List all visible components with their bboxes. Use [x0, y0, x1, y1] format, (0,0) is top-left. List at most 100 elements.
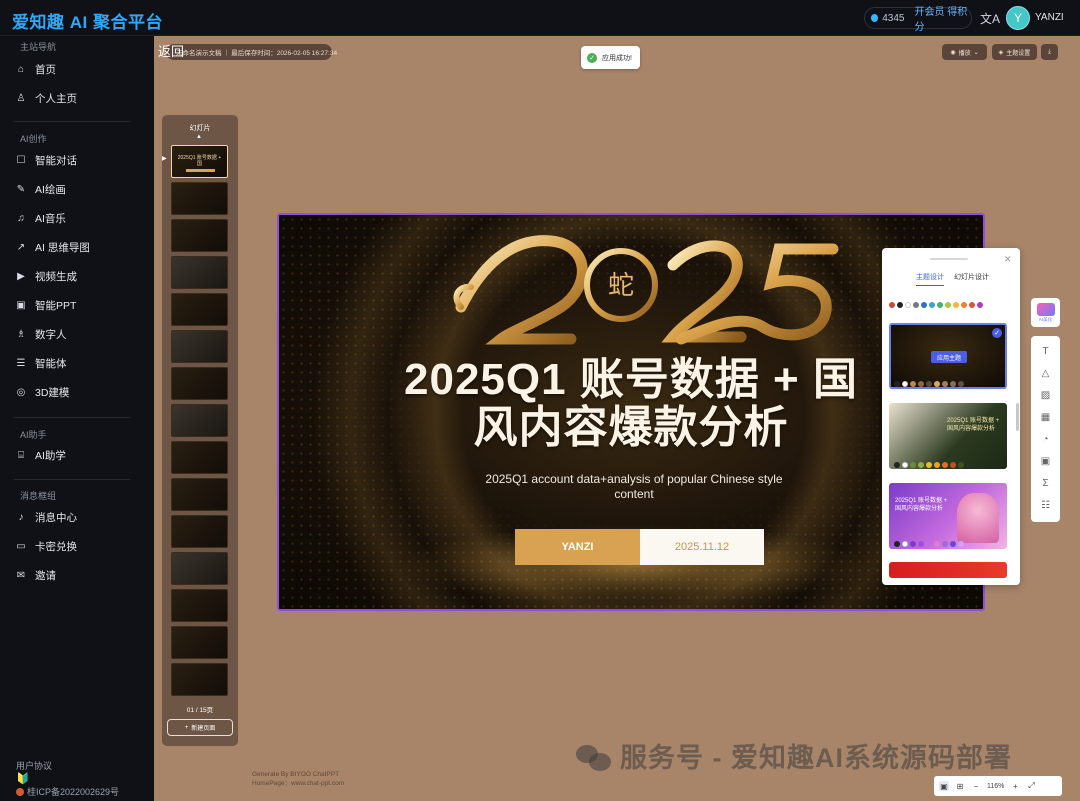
zoom-in-button[interactable]: + — [1010, 781, 1020, 791]
slide-thumbnail[interactable] — [171, 626, 228, 659]
color-swatches[interactable] — [894, 541, 964, 547]
tab-theme-design[interactable]: 主题设计 — [916, 272, 944, 286]
slide-thumbnail[interactable] — [171, 256, 228, 289]
username[interactable]: YANZI — [1035, 12, 1064, 23]
theme-card-red[interactable] — [889, 562, 1007, 578]
normal-view-icon[interactable]: ▣ — [939, 781, 949, 791]
fullscreen-icon[interactable]: ⤢ — [1026, 781, 1036, 791]
sidebar: 主站导航 ⌂ 首页 ♙ 个人主页 AI创作 ☐ 智能对话 ✎ AI绘画 ♫ AI音乐 ↗ A… — [0, 36, 154, 801]
translate-icon[interactable]: 文A — [980, 10, 1000, 27]
zoom-level[interactable]: 116% — [987, 783, 1004, 790]
slide-thumbnail[interactable] — [171, 367, 228, 400]
scrollbar[interactable] — [1016, 403, 1019, 431]
sidebar-item-redeem[interactable]: ▭ 卡密兑换 — [16, 536, 77, 556]
slide-thumbnail[interactable] — [171, 219, 228, 252]
apply-theme-button[interactable]: 应用主题 — [931, 351, 967, 363]
sidebar-item-agent[interactable]: ☰ 智能体 — [16, 353, 67, 373]
sidebar-item-music[interactable]: ♫ AI音乐 — [16, 208, 66, 228]
color-swatches[interactable] — [894, 462, 964, 468]
slide-thumbnail[interactable] — [171, 293, 228, 326]
formula-icon[interactable]: Σ — [1031, 473, 1060, 493]
slide-thumbnail[interactable] — [171, 441, 228, 474]
agreement-link[interactable]: 用户协议 — [16, 759, 52, 772]
slide-thumbnail[interactable]: 2025Q1 账号数据 + 国 — [171, 145, 228, 178]
sidebar-item-video[interactable]: ▶ 视频生成 — [16, 266, 77, 286]
collapse-icon[interactable]: ▲ — [196, 134, 202, 140]
avatar[interactable]: Y — [1006, 6, 1030, 30]
sidebar-item-home[interactable]: ⌂ 首页 — [16, 59, 56, 79]
color-swatches[interactable] — [894, 381, 964, 387]
theme-card-purple[interactable]: 2025Q1 账号数据 + 国风内容爆款分析 — [889, 483, 1007, 549]
tab-slide-design[interactable]: 幻灯片设计 — [954, 272, 989, 282]
slide-thumbnail[interactable] — [171, 404, 228, 437]
theme-card-green[interactable]: 2025Q1 账号数据 + 国风内容爆款分析 — [889, 403, 1007, 469]
slide-thumbnail[interactable] — [171, 663, 228, 696]
sidebar-item-ppt[interactable]: ▣ 智能PPT — [16, 295, 76, 315]
slide-subtitle[interactable]: 2025Q1 account data+analysis of popular … — [469, 472, 799, 502]
chart-icon[interactable]: ◔ — [1031, 429, 1060, 449]
section-title: 消息框组 — [20, 491, 57, 501]
ai-beautify-button[interactable]: AI美化 — [1031, 298, 1060, 327]
slide-title[interactable]: 2025Q1 账号数据 + 国 风内容爆款分析 — [339, 356, 923, 452]
back-button[interactable]: 返回 — [158, 41, 184, 60]
slide-thumbnail[interactable] — [171, 589, 228, 622]
sidebar-item-label: AI绘画 — [35, 183, 66, 196]
download-button[interactable]: ⤓ — [1041, 44, 1058, 60]
study-icon: ⌸ — [18, 449, 24, 461]
theme-card-gold[interactable]: 应用主题 ✓ — [889, 323, 1007, 389]
bell-icon: ♪ — [18, 511, 24, 523]
slide-author[interactable]: YANZI — [515, 529, 640, 565]
media-icon[interactable]: ▣ — [1031, 451, 1060, 471]
sidebar-item-mindmap[interactable]: ↗ AI 思维导图 — [16, 237, 90, 257]
more-icon[interactable]: ☷ — [1031, 495, 1060, 515]
credits-pill[interactable]: 4345 开会员 得积分 — [864, 7, 972, 33]
sidebar-item-chat[interactable]: ☐ 智能对话 — [16, 150, 77, 170]
slide-thumbnail[interactable] — [171, 552, 228, 585]
credit-count: 4345 — [882, 12, 905, 24]
text-icon[interactable]: T — [1031, 341, 1060, 361]
slide-thumbnail[interactable] — [171, 478, 228, 511]
slide-thumbnail[interactable] — [171, 515, 228, 548]
section-title: AI创作 — [20, 134, 47, 144]
sidebar-item-label: 3D建模 — [35, 386, 70, 399]
sidebar-item-messages[interactable]: ♪ 消息中心 — [16, 507, 78, 527]
sidebar-item-label: AI 思维导图 — [35, 241, 90, 254]
sidebar-item-label: 首页 — [35, 63, 56, 76]
sidebar-item-drawing[interactable]: ✎ AI绘画 — [16, 179, 66, 199]
vip-link[interactable]: 开会员 得积分 — [914, 3, 971, 33]
play-button[interactable]: ◉ 播放 ⌄ — [942, 44, 987, 60]
watermark-text: 服务号 - 爱知趣AI系统源码部署 — [620, 743, 1012, 773]
sidebar-item-3d[interactable]: ◎ 3D建模 — [16, 382, 70, 402]
chevron-down-icon: ⌄ — [973, 49, 979, 56]
brand-logo[interactable]: 爱知趣 AI 聚合平台 — [12, 8, 163, 33]
table-icon[interactable]: ▦ — [1031, 407, 1060, 427]
slide-thumbnail[interactable] — [171, 330, 228, 363]
slide-date[interactable]: 2025.11.12 — [640, 529, 764, 565]
theme-settings-button[interactable]: ◈ 主题设置 — [992, 44, 1037, 60]
sidebar-item-profile[interactable]: ♙ 个人主页 — [16, 88, 77, 108]
snake-character: 蛇 — [608, 271, 634, 301]
thumb-panel-title: 幻灯片 — [189, 125, 211, 132]
sidebar-item-study[interactable]: ⌸ AI助学 — [16, 445, 66, 465]
shape-icon[interactable]: △ — [1031, 363, 1060, 383]
grid-view-icon[interactable]: ⊞ — [955, 781, 965, 791]
snake-year-artwork: 蛇 — [453, 235, 839, 345]
sidebar-item-label: 卡密兑换 — [35, 540, 77, 553]
image-icon[interactable]: ▨ — [1031, 385, 1060, 405]
slide-canvas[interactable]: 蛇 2025Q1 账号数据 + 国 风内容爆款分析 2025Q1 account… — [277, 213, 985, 611]
current-slide-marker: ▶ — [162, 156, 167, 162]
close-icon[interactable]: ✕ — [1004, 254, 1012, 265]
sidebar-item-label: 智能体 — [35, 357, 67, 370]
drag-handle[interactable] — [930, 258, 968, 260]
sidebar-item-label: AI助学 — [35, 449, 66, 462]
sidebar-item-digital-human[interactable]: ♗ 数字人 — [16, 324, 67, 344]
slide-thumbnail[interactable] — [171, 182, 228, 215]
icp-link[interactable]: 桂ICP备2022002629号 — [16, 785, 119, 798]
color-swatches[interactable] — [889, 302, 983, 308]
sidebar-item-invite[interactable]: ✉ 邀请 — [16, 565, 56, 585]
new-page-button[interactable]: + 新建页面 — [167, 719, 233, 736]
police-badge-icon: 🔰 — [16, 773, 30, 785]
play-icon: ◉ — [950, 49, 956, 56]
brush-icon: ✎ — [16, 183, 26, 195]
zoom-out-button[interactable]: − — [971, 781, 981, 791]
